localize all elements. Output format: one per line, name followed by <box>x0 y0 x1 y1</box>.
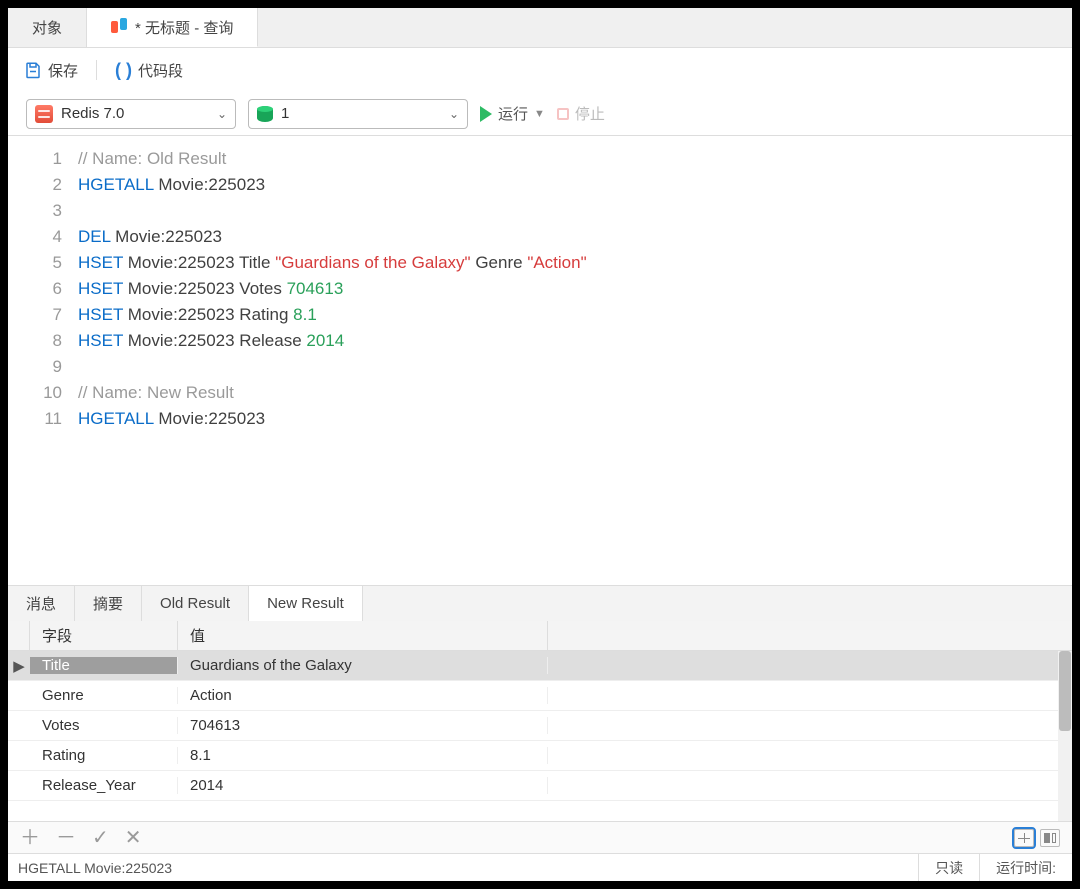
redis-icon <box>35 105 53 123</box>
snippet-label: 代码段 <box>138 60 183 81</box>
table-row[interactable]: Release_Year2014 <box>8 771 1072 801</box>
code-editor[interactable]: 1234567891011 // Name: Old ResultHGETALL… <box>8 136 1072 585</box>
discard-button[interactable]: ✕ <box>125 828 142 848</box>
grid-view-button[interactable] <box>1014 829 1034 847</box>
chevron-down-icon: ⌄ <box>217 107 227 121</box>
stop-label: 停止 <box>575 103 605 124</box>
line-gutter: 1234567891011 <box>8 136 78 585</box>
divider <box>96 60 97 80</box>
cell-value[interactable]: Action <box>178 687 548 704</box>
grid-action-bar: ＋ － ✓ ✕ <box>8 821 1072 853</box>
add-row-button[interactable]: ＋ <box>20 828 40 848</box>
app-window: 对象 * 无标题 - 查询 保存 ( ) 代码段 Redis 7.0 ⌄ <box>7 7 1073 882</box>
cell-field[interactable]: Votes <box>30 717 178 734</box>
database-label: 1 <box>281 105 289 122</box>
query-icon <box>111 21 127 33</box>
database-select[interactable]: 1 ⌄ <box>248 99 468 129</box>
form-view-button[interactable] <box>1040 829 1060 847</box>
tab-label: 对象 <box>32 17 62 38</box>
save-button[interactable]: 保存 <box>24 60 78 81</box>
status-query: HGETALL Movie:225023 <box>8 860 918 876</box>
run-button[interactable]: 运行 ▼ <box>480 103 545 124</box>
cell-field[interactable]: Title <box>30 657 178 674</box>
cell-field[interactable]: Genre <box>30 687 178 704</box>
tab-label: * 无标题 - 查询 <box>135 17 233 38</box>
result-tab[interactable]: 消息 <box>8 586 75 621</box>
result-tab[interactable]: 摘要 <box>75 586 142 621</box>
view-mode-toggle <box>1014 829 1060 847</box>
top-tab-bar: 对象 * 无标题 - 查询 <box>8 8 1072 48</box>
table-row[interactable]: GenreAction <box>8 681 1072 711</box>
save-icon <box>24 61 42 79</box>
cell-value[interactable]: Guardians of the Galaxy <box>178 657 548 674</box>
chevron-down-icon: ⌄ <box>449 107 459 121</box>
cell-field[interactable]: Release_Year <box>30 777 178 794</box>
status-bar: HGETALL Movie:225023 只读 运行时间: <box>8 853 1072 881</box>
result-grid: 字段 值 ▶TitleGuardians of the GalaxyGenreA… <box>8 621 1072 821</box>
row-marker-header <box>8 621 30 650</box>
run-label: 运行 <box>498 103 528 124</box>
commit-button[interactable]: ✓ <box>92 828 109 848</box>
status-readonly: 只读 <box>918 854 979 881</box>
result-tab[interactable]: Old Result <box>142 586 249 621</box>
code-content[interactable]: // Name: Old ResultHGETALL Movie:225023 … <box>78 136 1072 585</box>
chevron-down-icon: ▼ <box>534 108 545 120</box>
toolbar: 保存 ( ) 代码段 <box>8 48 1072 92</box>
play-icon <box>480 106 492 122</box>
connection-select[interactable]: Redis 7.0 ⌄ <box>26 99 236 129</box>
vertical-scrollbar[interactable] <box>1058 651 1072 821</box>
stop-button[interactable]: 停止 <box>557 103 605 124</box>
cell-field[interactable]: Rating <box>30 747 178 764</box>
col-header-field[interactable]: 字段 <box>30 621 178 650</box>
table-row[interactable]: Rating8.1 <box>8 741 1072 771</box>
table-row[interactable]: Votes704613 <box>8 711 1072 741</box>
tab-query[interactable]: * 无标题 - 查询 <box>87 8 258 47</box>
grid-header: 字段 值 <box>8 621 1072 651</box>
tab-objects[interactable]: 对象 <box>8 8 87 47</box>
connection-row: Redis 7.0 ⌄ 1 ⌄ 运行 ▼ 停止 <box>8 92 1072 136</box>
cell-value[interactable]: 2014 <box>178 777 548 794</box>
result-tab-bar: 消息摘要Old ResultNew Result <box>8 585 1072 621</box>
table-row[interactable]: ▶TitleGuardians of the Galaxy <box>8 651 1072 681</box>
stop-icon <box>557 108 569 120</box>
brackets-icon: ( ) <box>115 60 132 81</box>
database-icon <box>257 106 273 122</box>
save-label: 保存 <box>48 60 78 81</box>
col-header-value[interactable]: 值 <box>178 621 548 650</box>
snippet-button[interactable]: ( ) 代码段 <box>115 60 183 81</box>
grid-rows: ▶TitleGuardians of the GalaxyGenreAction… <box>8 651 1072 821</box>
result-tab[interactable]: New Result <box>249 586 363 621</box>
cell-value[interactable]: 704613 <box>178 717 548 734</box>
cell-value[interactable]: 8.1 <box>178 747 548 764</box>
remove-row-button[interactable]: － <box>56 828 76 848</box>
connection-label: Redis 7.0 <box>61 105 124 122</box>
row-marker: ▶ <box>8 657 30 675</box>
status-runtime: 运行时间: <box>979 854 1072 881</box>
